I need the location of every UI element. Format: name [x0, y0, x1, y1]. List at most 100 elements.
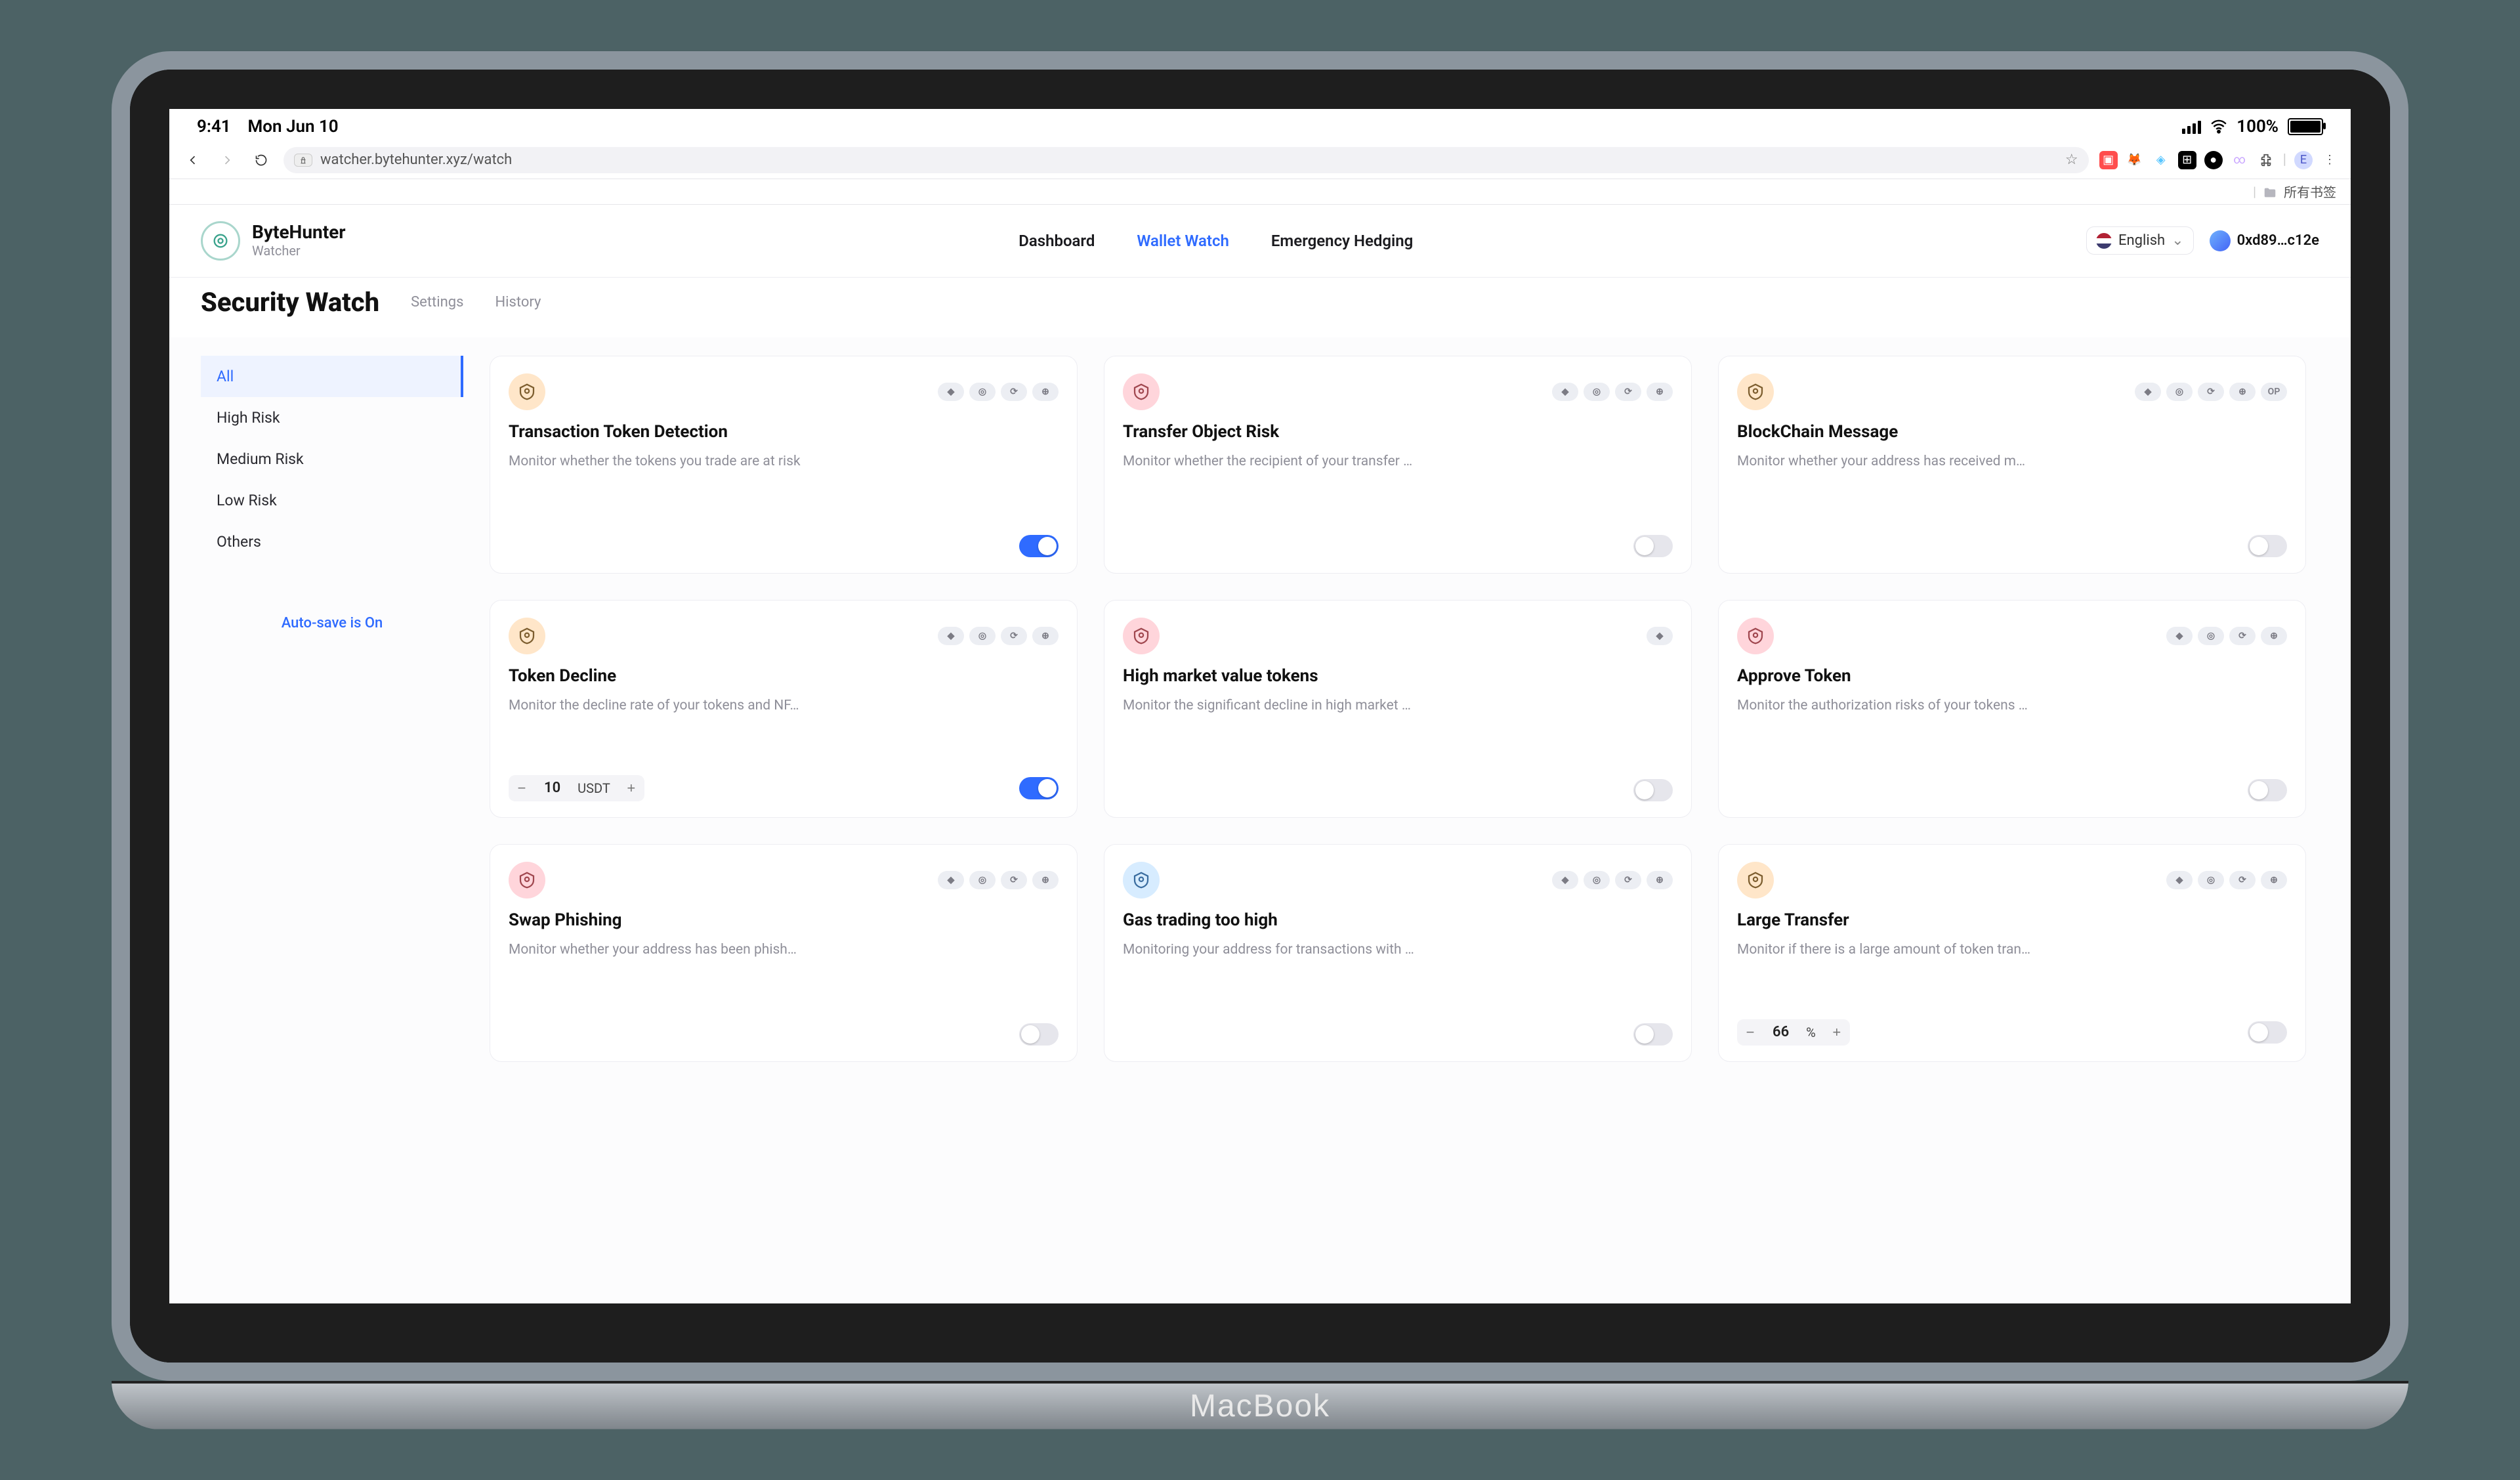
battery-percent: 100% [2236, 117, 2278, 137]
content-body: All High Risk Medium Risk Low Risk Other… [169, 337, 2351, 1303]
battery-icon [2288, 118, 2323, 135]
card-toggle[interactable] [1633, 779, 1673, 801]
language-picker[interactable]: English ⌄ [2086, 226, 2194, 255]
bookmark-folder-label[interactable]: 所有书签 [2284, 182, 2336, 201]
primary-nav: Dashboard Wallet Watch Emergency Hedging [1018, 232, 1413, 250]
watch-card: ◆◎⟳⊕OPBlockChain MessageMonitor whether … [1718, 356, 2306, 574]
sidebar-item-medium-risk[interactable]: Medium Risk [201, 438, 463, 480]
card-toggle[interactable] [2248, 779, 2287, 801]
card-toggle[interactable] [1019, 1023, 1059, 1046]
chain-chips: ◆ [1647, 627, 1673, 645]
nav-wallet-watch[interactable]: Wallet Watch [1137, 232, 1229, 250]
site-info-icon[interactable] [294, 154, 312, 167]
tab-settings[interactable]: Settings [411, 294, 463, 310]
stepper-unit: USDT [570, 780, 618, 796]
ext-icon-2[interactable]: 🦊 [2126, 151, 2144, 169]
chain-chip: ⊕ [1032, 383, 1059, 401]
chain-chip: ◆ [1552, 871, 1578, 889]
chain-chips: ◆◎⟳⊕ [938, 871, 1059, 889]
chevron-down-icon: ⌄ [2172, 232, 2183, 249]
brand[interactable]: ByteHunter Watcher [201, 221, 346, 261]
chain-chip: ⊕ [1647, 383, 1673, 401]
ext-icon-4[interactable]: ⊞ [2178, 151, 2196, 169]
ext-icon-3[interactable]: ◈ [2152, 151, 2170, 169]
ext-icon-6[interactable]: ∞ [2231, 151, 2249, 169]
brand-name: ByteHunter [252, 222, 346, 243]
extensions-icon[interactable] [2257, 151, 2275, 169]
chain-chip: ◆ [2135, 383, 2161, 401]
bookmark-separator: | [2253, 184, 2256, 200]
page-title: Security Watch [201, 287, 379, 318]
card-description: Monitor the authorization risks of your … [1737, 698, 2287, 713]
nav-dashboard[interactable]: Dashboard [1018, 232, 1095, 250]
nav-emergency-hedging[interactable]: Emergency Hedging [1271, 232, 1413, 250]
star-icon[interactable]: ☆ [2065, 152, 2078, 168]
toolbar-separator: | [2283, 152, 2286, 168]
back-button[interactable] [181, 148, 205, 172]
sidebar-item-low-risk[interactable]: Low Risk [201, 480, 463, 521]
chain-chip: OP [2261, 383, 2287, 401]
tab-history[interactable]: History [495, 294, 541, 310]
card-toggle[interactable] [1633, 535, 1673, 557]
card-toggle[interactable] [1019, 777, 1059, 799]
card-title: Large Transfer [1737, 910, 2287, 930]
card-title: BlockChain Message [1737, 422, 2287, 442]
wifi-icon [2210, 118, 2227, 135]
ipad-status-bar: 9:41 Mon Jun 10 [169, 109, 2351, 142]
screen: 9:41 Mon Jun 10 [169, 109, 2351, 1303]
extension-tray: ▣ 🦊 ◈ ⊞ ● ∞ | E [2099, 151, 2339, 169]
chain-chip: ⊕ [2229, 383, 2256, 401]
watch-card: ◆◎⟳⊕Gas trading too highMonitoring your … [1104, 844, 1692, 1062]
card-toggle[interactable] [2248, 535, 2287, 557]
chain-chip: ◎ [969, 383, 996, 401]
chain-chip: ◆ [2166, 627, 2193, 645]
cards-scroll-area[interactable]: ◆◎⟳⊕Transaction Token DetectionMonitor w… [490, 356, 2319, 1272]
base-label: MacBook [1190, 1388, 1330, 1424]
card-title: Swap Phishing [509, 910, 1059, 930]
reload-button[interactable] [249, 148, 273, 172]
status-right: 100% [2182, 117, 2323, 137]
sidebar-item-high-risk[interactable]: High Risk [201, 397, 463, 438]
card-toggle[interactable] [1633, 1023, 1673, 1046]
chain-chip: ⊕ [2261, 871, 2287, 889]
alert-icon [1737, 618, 1774, 654]
card-description: Monitor the significant decline in high … [1123, 698, 1673, 713]
card-title: Approve Token [1737, 666, 2287, 686]
chain-chip: ⟳ [1001, 627, 1027, 645]
chain-chips: ◆◎⟳⊕OP [2135, 383, 2287, 401]
threshold-stepper[interactable]: −10USDT+ [509, 775, 644, 801]
ext-icon-5[interactable]: ● [2204, 151, 2223, 169]
chain-chip: ◎ [2198, 627, 2224, 645]
watch-card: ◆◎⟳⊕Large TransferMonitor if there is a … [1718, 844, 2306, 1062]
stepper-minus-button[interactable]: − [1737, 1019, 1763, 1046]
profile-icon[interactable]: E [2294, 151, 2313, 169]
stepper-plus-button[interactable]: + [1824, 1019, 1850, 1046]
chain-chip: ⟳ [1001, 871, 1027, 889]
chain-chip: ⟳ [1615, 383, 1641, 401]
sidebar-item-all[interactable]: All [201, 356, 463, 397]
card-description: Monitor whether the tokens you trade are… [509, 454, 1059, 469]
card-title: Gas trading too high [1123, 910, 1673, 930]
kebab-icon[interactable]: ⋮ [2320, 151, 2339, 169]
stepper-minus-button[interactable]: − [509, 775, 535, 801]
cellular-icon [2182, 119, 2201, 134]
laptop-base: MacBook [112, 1381, 2408, 1429]
chain-chip: ◆ [938, 871, 964, 889]
address-bar[interactable]: watcher.bytehunter.xyz/watch ☆ [284, 147, 2089, 173]
chain-chip: ◆ [938, 383, 964, 401]
chain-chips: ◆◎⟳⊕ [1552, 871, 1673, 889]
sidebar-item-others[interactable]: Others [201, 521, 463, 562]
card-grid: ◆◎⟳⊕Transaction Token DetectionMonitor w… [490, 356, 2306, 1062]
card-toggle[interactable] [2248, 1021, 2287, 1044]
watch-card: ◆◎⟳⊕Approve TokenMonitor the authorizati… [1718, 600, 2306, 818]
ext-icon-1[interactable]: ▣ [2099, 151, 2118, 169]
browser-toolbar: watcher.bytehunter.xyz/watch ☆ ▣ 🦊 ◈ ⊞ ●… [169, 142, 2351, 179]
status-date: Mon Jun 10 [248, 117, 339, 137]
card-toggle[interactable] [1019, 535, 1059, 557]
chain-chip: ◎ [1584, 383, 1610, 401]
threshold-stepper[interactable]: −66%+ [1737, 1019, 1850, 1046]
app-header: ByteHunter Watcher Dashboard Wallet Watc… [169, 205, 2351, 278]
wallet-chip[interactable]: 0xd89…c12e [2210, 230, 2319, 251]
stepper-plus-button[interactable]: + [618, 775, 644, 801]
forward-button[interactable] [215, 148, 239, 172]
